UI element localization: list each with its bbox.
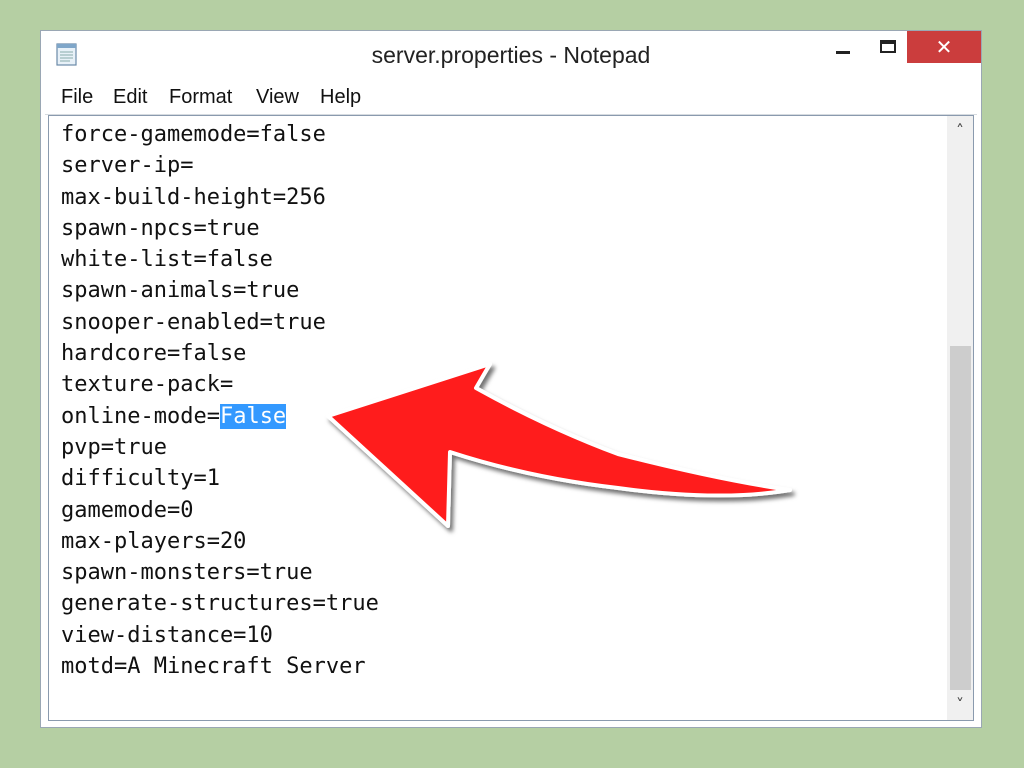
text-line: motd=A Minecraft Server — [61, 654, 366, 680]
text-line: max-build-height=256 — [61, 184, 326, 210]
scroll-thumb[interactable] — [950, 346, 971, 690]
text-line: server-ip= — [61, 153, 194, 179]
selected-text[interactable]: False — [219, 403, 287, 429]
text-line: spawn-npcs=true — [61, 215, 260, 241]
online-mode-key: online-mode= — [61, 403, 220, 429]
scroll-up-icon[interactable]: ˄ — [947, 118, 973, 144]
menu-edit[interactable]: Edit — [113, 85, 147, 109]
text-line: generate-structures=true — [61, 591, 379, 617]
text-line: force-gamemode=false — [61, 122, 326, 147]
menu-bar: File Edit Format View Help — [45, 79, 977, 115]
arrow-shape — [326, 362, 792, 528]
menu-format[interactable]: Format — [169, 85, 232, 109]
scroll-down-icon[interactable]: ˅ — [947, 692, 973, 718]
maximize-button[interactable] — [869, 31, 909, 65]
menu-view[interactable]: View — [256, 85, 299, 109]
minimize-button[interactable] — [823, 31, 869, 65]
vertical-scrollbar[interactable]: ˄ ˅ — [947, 116, 973, 720]
menu-help[interactable]: Help — [320, 85, 361, 109]
text-line: snooper-enabled=true — [61, 309, 326, 335]
text-line: spawn-animals=true — [61, 278, 300, 304]
text-line: view-distance=10 — [61, 622, 273, 648]
text-line: white-list=false — [61, 247, 273, 273]
text-line: spawn-monsters=true — [61, 560, 313, 586]
minimize-icon — [836, 51, 850, 54]
close-button[interactable]: ✕ — [907, 31, 981, 63]
menu-file[interactable]: File — [61, 85, 93, 109]
close-icon: ✕ — [935, 35, 953, 59]
title-bar[interactable]: server.properties - Notepad ✕ — [41, 31, 981, 79]
red-arrow-annotation — [326, 362, 792, 528]
maximize-icon — [880, 40, 896, 53]
